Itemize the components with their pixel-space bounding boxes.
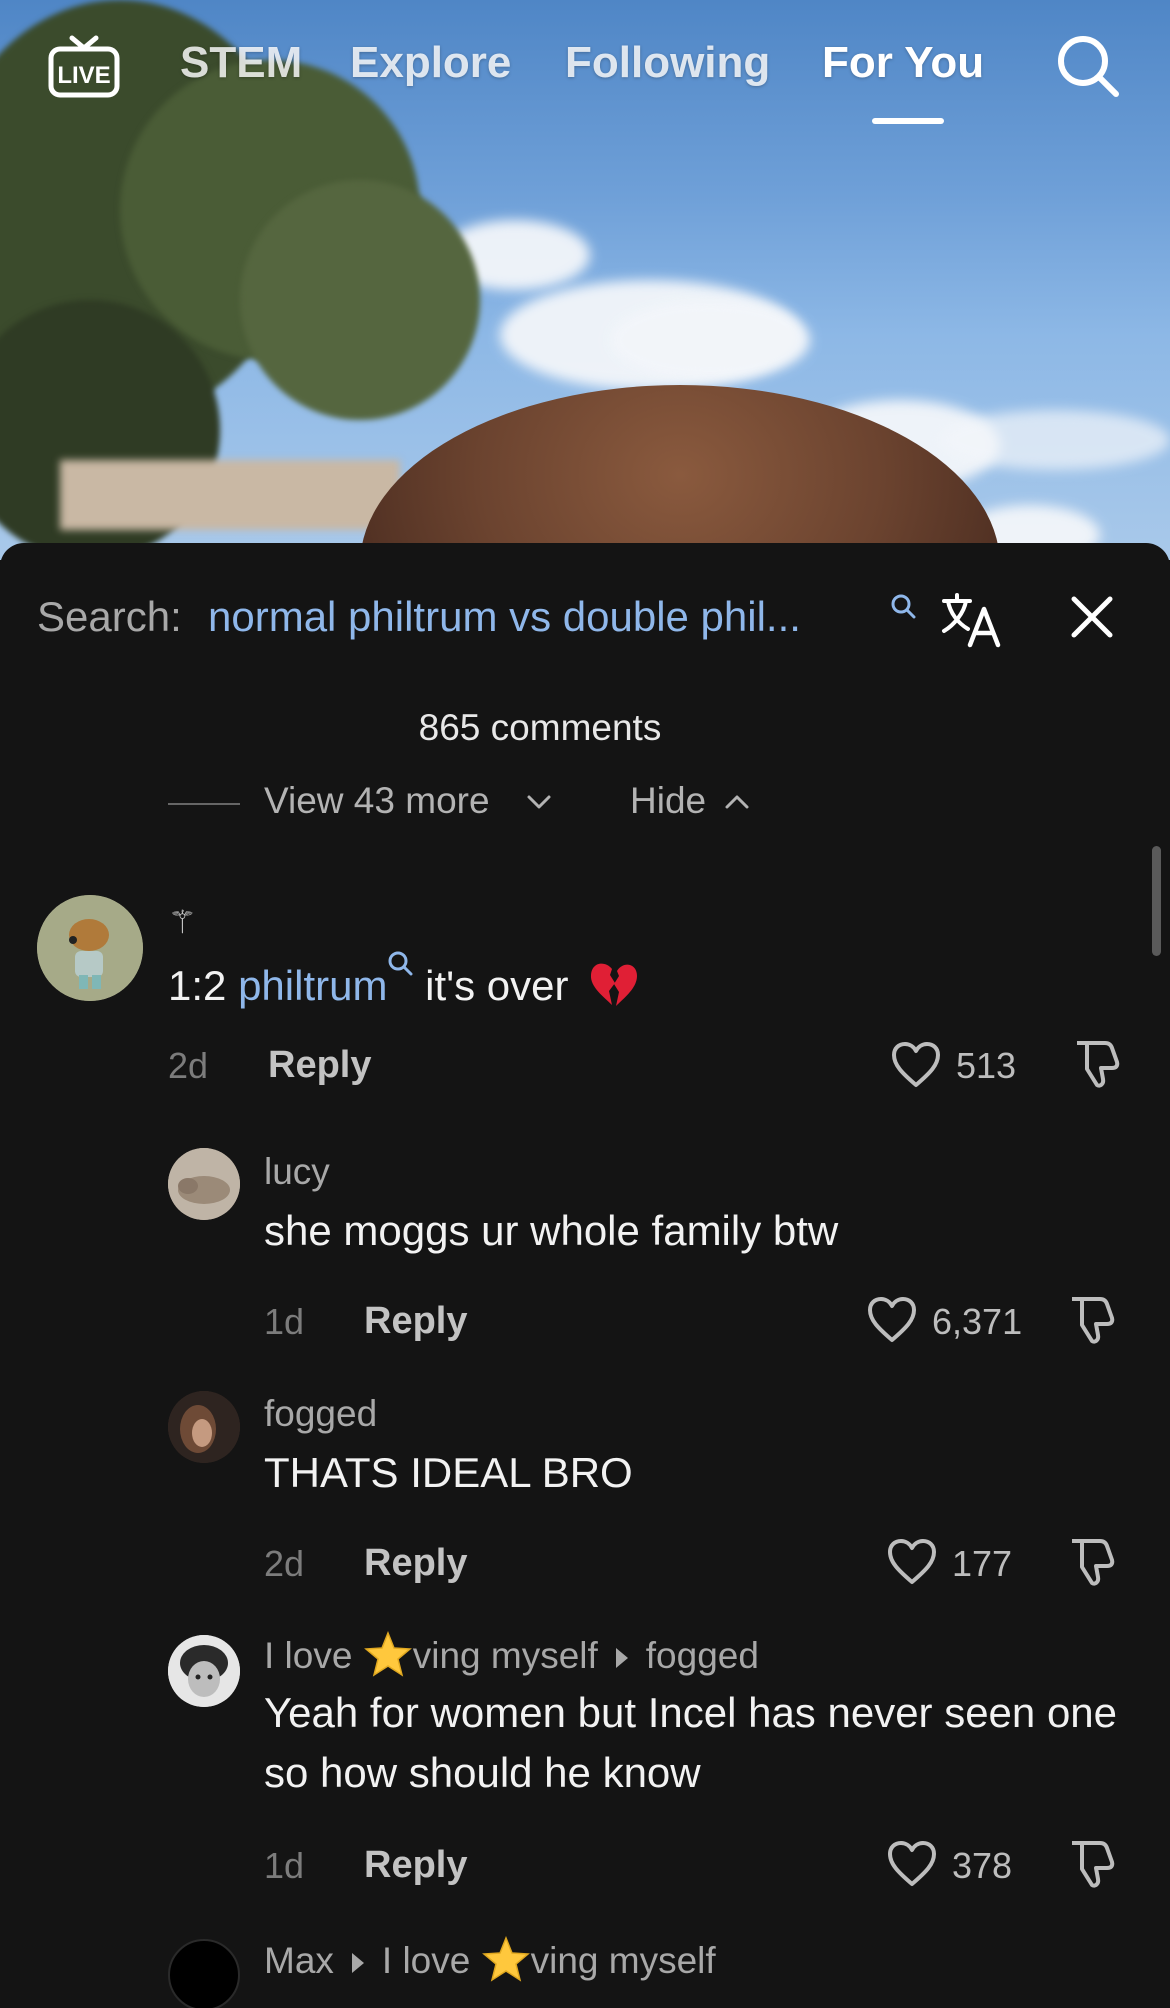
comment-date: 1d [264, 1845, 305, 1886]
comment-username[interactable]: fogged [264, 1393, 377, 1435]
reply-arrow-icon [351, 1953, 364, 1973]
reply-to-username[interactable]: I love ving myself [382, 1936, 716, 1982]
dislike-icon[interactable] [1066, 1293, 1118, 1345]
search-prefix-label: Search: [37, 593, 182, 640]
philtrum-search-link[interactable]: philtrum [238, 962, 387, 1009]
heart-icon[interactable] [866, 1296, 918, 1344]
comments-sheet: Search: normal philtrum vs double phil..… [0, 543, 1170, 2008]
reply-button[interactable]: Reply [364, 1542, 467, 1585]
active-tab-indicator [872, 118, 944, 124]
comment-username[interactable]: I love ving myself [264, 1631, 598, 1677]
comment-username[interactable]: ⚚ [168, 903, 197, 941]
star-emoji [363, 1631, 412, 1677]
star-emoji [481, 1936, 530, 1982]
capybara-avatar[interactable] [37, 895, 143, 1001]
translate-icon[interactable] [940, 591, 1002, 649]
like-count: 378 [952, 1845, 1013, 1886]
reply-button[interactable]: Reply [364, 1844, 467, 1887]
tab-explore[interactable]: Explore [350, 38, 511, 88]
avatar[interactable] [168, 1939, 240, 2008]
hide-replies-button[interactable]: Hide [630, 780, 706, 822]
reply-to-username[interactable]: fogged [646, 1635, 759, 1676]
avatar[interactable] [168, 1148, 240, 1220]
reply-button[interactable]: Reply [268, 1044, 371, 1087]
search-icon [388, 951, 413, 976]
reply-button[interactable]: Reply [364, 1300, 467, 1343]
comment-date: 1d [264, 1301, 305, 1342]
top-navigation: LIVE STEM Explore Following For You [0, 0, 1170, 140]
broken-heart-emoji [591, 963, 638, 1006]
comment-text: THATS IDEAL BRO [264, 1449, 633, 1496]
heart-icon[interactable] [890, 1041, 942, 1089]
like-count: 177 [952, 1543, 1013, 1584]
comment-text-suffix: it's over [413, 962, 569, 1009]
tab-following[interactable]: Following [565, 38, 770, 88]
svg-text:LIVE: LIVE [57, 62, 110, 89]
dislike-icon[interactable] [1066, 1535, 1118, 1587]
comment-username[interactable]: Max [264, 1940, 334, 1981]
chevron-down-icon [527, 795, 551, 809]
comment-username[interactable]: lucy [264, 1151, 330, 1193]
dislike-icon[interactable] [1071, 1037, 1123, 1089]
search-icon [891, 594, 916, 619]
avatar[interactable] [168, 1635, 240, 1707]
close-icon[interactable] [1070, 595, 1114, 639]
comment-text-prefix: 1:2 [168, 962, 239, 1009]
comments-count: 865 comments [418, 707, 662, 748]
related-search-link[interactable]: normal philtrum vs double phil... [208, 593, 801, 641]
comment-username-row: I love ving myself fogged [264, 1631, 759, 1681]
comment-date: 2d [264, 1543, 305, 1584]
dislike-icon[interactable] [1066, 1837, 1118, 1889]
comment-text: she moggs ur whole family btw [264, 1207, 839, 1254]
reply-arrow-icon [615, 1648, 628, 1668]
like-count: 6,371 [932, 1301, 1023, 1342]
heart-icon[interactable] [886, 1538, 938, 1586]
live-tv-icon[interactable]: LIVE [46, 28, 122, 104]
avatar[interactable] [168, 1391, 240, 1463]
comment-date: 2d [168, 1045, 209, 1086]
like-count: 513 [956, 1045, 1017, 1086]
heart-icon[interactable] [886, 1840, 938, 1888]
search-icon[interactable] [1052, 30, 1124, 102]
scrollbar[interactable] [1152, 846, 1161, 956]
chevron-up-icon [725, 795, 749, 809]
comment-text: Yeah for women but Incel has never seen … [264, 1689, 1118, 1796]
comment-text: 1:2 philtrum it's over [168, 951, 640, 1016]
view-more-replies-button[interactable]: View 43 more [264, 780, 490, 822]
tab-stem[interactable]: STEM [180, 38, 302, 88]
tab-for-you[interactable]: For You [822, 38, 984, 88]
comment-username-row: Max I love ving myself [264, 1936, 716, 1986]
thread-divider-line [168, 803, 240, 805]
